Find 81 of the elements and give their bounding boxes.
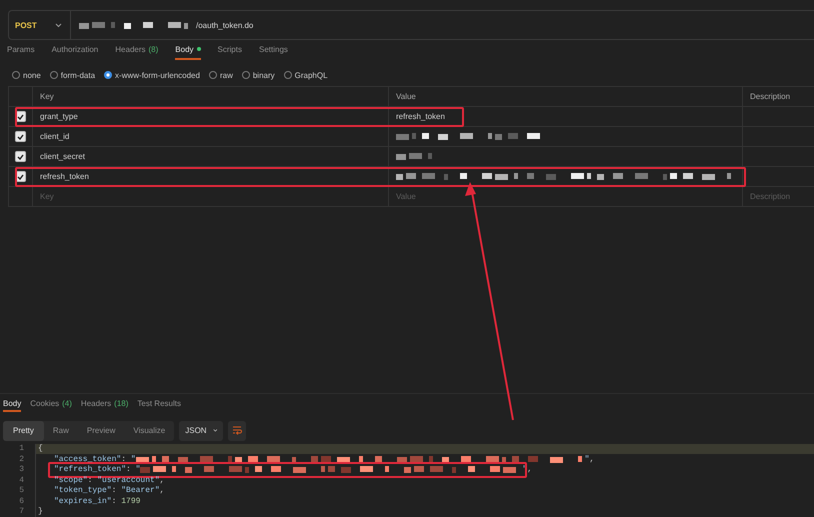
code-token: "scope" <box>54 476 88 485</box>
code-token: "token_type" <box>54 486 112 496</box>
url-bar[interactable]: POST /oauth_token.do <box>8 10 814 40</box>
checkmark-icon <box>17 114 24 120</box>
option-label: form-data <box>60 70 96 80</box>
code-token: : <box>112 496 118 506</box>
code-token: "Bearer" <box>121 486 160 496</box>
radio-button[interactable] <box>12 71 20 79</box>
request-tab[interactable]: Headers (8) <box>115 45 158 60</box>
code-token: , <box>160 486 164 496</box>
line-number: 3 <box>18 465 24 474</box>
checkbox[interactable] <box>15 131 26 142</box>
body-type-option[interactable]: binary <box>242 70 275 80</box>
option-label: raw <box>220 70 233 80</box>
code-token: 1799 <box>121 496 140 506</box>
line-number: 1 <box>18 444 24 454</box>
view-tab[interactable]: Visualize <box>124 420 174 440</box>
request-tab[interactable]: Settings <box>258 45 288 60</box>
option-label: binary <box>252 70 275 80</box>
checkbox[interactable] <box>15 151 26 162</box>
radio-button[interactable] <box>208 71 217 79</box>
line-number: 6 <box>18 496 24 506</box>
code-token: " <box>136 465 140 474</box>
chevron-icon <box>212 428 218 433</box>
column-header: Description <box>743 87 814 106</box>
radio-button[interactable] <box>284 71 292 79</box>
response-tab[interactable]: Headers (18) <box>80 398 128 412</box>
request-tab[interactable]: Params <box>7 45 35 60</box>
code-token: : <box>121 454 128 464</box>
view-tab[interactable]: Preview <box>78 420 124 440</box>
view-tab[interactable]: Pretty <box>3 420 44 440</box>
code-token: "access_token" <box>54 454 122 464</box>
code-token: } <box>38 507 43 516</box>
code-token: , <box>527 465 532 474</box>
table-cell: client_id <box>33 127 389 146</box>
response-tab[interactable]: Cookies (4) <box>30 398 72 412</box>
option-label: none <box>23 70 41 80</box>
body-type-option[interactable]: raw <box>208 70 233 80</box>
column-header: Key <box>33 87 389 106</box>
checkmark-icon <box>17 154 24 160</box>
radio-button[interactable] <box>104 71 112 79</box>
code-token: " <box>584 454 590 464</box>
column-header: Value <box>389 87 743 106</box>
request-tab[interactable]: Scripts <box>218 45 242 60</box>
request-tab[interactable]: Authorization <box>52 45 98 60</box>
line-number: 2 <box>18 454 24 464</box>
code-token: : <box>126 465 132 474</box>
option-label: GraphQL <box>294 70 328 80</box>
table-cell: client_secret <box>33 147 389 166</box>
code-token: , <box>160 476 164 485</box>
code-token: "expires_in" <box>54 496 112 506</box>
format-dropdown[interactable]: JSON <box>179 420 224 440</box>
table-cell: refresh_token <box>33 167 389 186</box>
line-number: 5 <box>18 486 24 496</box>
url-text: /oauth_token.do <box>196 20 254 30</box>
line-number: 4 <box>18 476 24 485</box>
view-tab[interactable]: Raw <box>44 420 78 440</box>
response-tab[interactable]: Test Results <box>137 398 181 412</box>
code-token: "refresh_token" <box>54 465 126 474</box>
radio-button[interactable] <box>242 71 250 79</box>
code-token: "useraccount" <box>97 476 160 485</box>
wrap-lines-icon <box>232 426 242 435</box>
code-token: " <box>130 454 136 464</box>
line-number: 7 <box>18 507 24 516</box>
code-token: : <box>88 476 94 485</box>
chevron-icon <box>55 22 62 28</box>
request-tab[interactable]: Body <box>175 45 201 60</box>
table-cell: grant_type <box>33 107 389 126</box>
radio-button[interactable] <box>50 71 58 79</box>
checkmark-icon <box>17 174 24 180</box>
checkmark-icon <box>17 134 24 140</box>
body-type-option[interactable]: GraphQL <box>284 70 328 80</box>
response-tab[interactable]: Body <box>3 398 22 412</box>
code-token: : <box>112 486 118 496</box>
body-type-option[interactable]: none <box>12 70 41 80</box>
code-token: , <box>589 454 594 464</box>
code-token: { <box>38 444 43 454</box>
wrap-lines-button[interactable] <box>228 420 246 440</box>
table-cell: refresh_token <box>396 112 445 121</box>
body-type-option[interactable]: form-data <box>50 70 96 80</box>
method-dropdown[interactable]: POST <box>9 11 71 39</box>
